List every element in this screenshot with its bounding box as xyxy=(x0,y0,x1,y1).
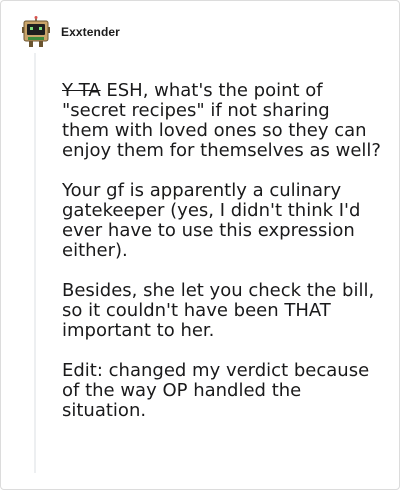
comment-paragraph: Y TA ESH, what's the point of "secret re… xyxy=(62,81,382,161)
comment-paragraph: Edit: changed my verdict because of the … xyxy=(62,361,382,421)
paragraph-text: Besides, she let you check the bill, so … xyxy=(62,280,375,341)
paragraph-text: Your gf is apparently a culinary gatekee… xyxy=(62,180,361,261)
comment-paragraph: Besides, she let you check the bill, so … xyxy=(62,281,382,341)
struck-text: Y TA xyxy=(62,80,101,101)
comment-paragraph: Your gf is apparently a culinary gatekee… xyxy=(62,181,382,261)
comment-card: Exxtender Y TA ESH, what's the point of … xyxy=(0,0,400,490)
robot-avatar-icon[interactable] xyxy=(21,16,51,48)
paragraph-text: Edit: changed my verdict because of the … xyxy=(62,360,370,421)
comment-header: Exxtender xyxy=(21,16,120,48)
comment-body: Y TA ESH, what's the point of "secret re… xyxy=(62,81,382,441)
paragraph-text: ESH, what's the point of "secret recipes… xyxy=(62,80,381,161)
thread-line[interactable] xyxy=(34,53,36,473)
username[interactable]: Exxtender xyxy=(61,25,120,39)
